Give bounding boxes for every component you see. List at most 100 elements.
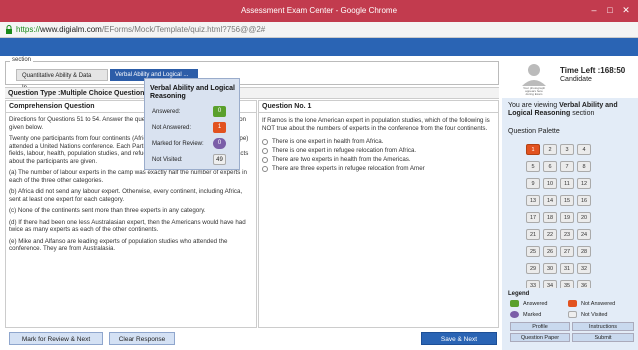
answered-count-badge: 0 xyxy=(213,106,226,117)
radio-button[interactable] xyxy=(262,138,268,145)
palette-question-button[interactable]: 31 xyxy=(560,263,574,274)
question-panel: Question No. 1 If Ramos is the lone Amer… xyxy=(258,100,499,328)
svg-text:during Exam: during Exam xyxy=(526,92,543,96)
maximize-icon[interactable]: □ xyxy=(604,4,616,16)
palette-question-button[interactable]: 3 xyxy=(560,144,574,155)
palette-question-button[interactable]: 1 xyxy=(526,144,540,155)
palette-question-button[interactable]: 28 xyxy=(577,246,591,257)
save-next-button[interactable]: Save & Next xyxy=(421,332,497,345)
option-2[interactable]: There is one expert in refugee relocatio… xyxy=(262,147,495,154)
palette-question-button[interactable]: 6 xyxy=(543,161,557,172)
passage-paragraph: (b) Africa did not send any labour exper… xyxy=(9,188,243,203)
question-type-bar: Question Type :Multiple Choice Question xyxy=(5,87,499,99)
viewing-text: You are viewing Verbal Ability and Logic… xyxy=(508,102,636,118)
popup-not-visited-label: Not Visited: xyxy=(152,157,183,163)
palette-question-button[interactable]: 4 xyxy=(577,144,591,155)
palette-question-button[interactable]: 21 xyxy=(526,229,540,240)
question-paper-button[interactable]: Question Paper xyxy=(510,333,570,342)
popup-marked-label: Marked for Review: xyxy=(152,141,204,147)
legend-title: Legend xyxy=(508,291,530,297)
passage-paragraph: (c) None of the continents sent more tha… xyxy=(9,207,206,214)
palette-question-button[interactable]: 12 xyxy=(577,178,591,189)
tab-quantitative[interactable]: Quantitative Ability & Data In... xyxy=(16,69,108,91)
palette-question-button[interactable]: 2 xyxy=(543,144,557,155)
mark-review-next-button[interactable]: Mark for Review & Next xyxy=(9,332,103,345)
palette-question-button[interactable]: 32 xyxy=(577,263,591,274)
url-scheme: https:// xyxy=(16,25,41,34)
question-text: If Ramos is the lone American expert in … xyxy=(262,117,490,132)
palette-question-button[interactable]: 11 xyxy=(560,178,574,189)
palette-question-button[interactable]: 26 xyxy=(543,246,557,257)
option-4[interactable]: There are three experts in refugee reloc… xyxy=(262,165,495,172)
legend-not-answered-label: Not Answered xyxy=(581,301,616,307)
palette-question-button[interactable]: 29 xyxy=(526,263,540,274)
legend-panel: Legend Answered Not Answered Marked Not … xyxy=(502,288,638,342)
palette-question-button[interactable]: 22 xyxy=(543,229,557,240)
palette-question-button[interactable]: 24 xyxy=(577,229,591,240)
not-answered-count-badge: 1 xyxy=(213,122,226,133)
palette-question-button[interactable]: 25 xyxy=(526,246,540,257)
palette-question-button[interactable]: 9 xyxy=(526,178,540,189)
option-3[interactable]: There are two experts in health from the… xyxy=(262,156,495,163)
clear-response-button[interactable]: Clear Response xyxy=(109,332,175,345)
palette-question-button[interactable]: 8 xyxy=(577,161,591,172)
option-label: There is one expert in health from Afric… xyxy=(272,138,384,145)
passage-paragraph: (a) The number of labour experts in the … xyxy=(9,169,247,184)
time-left: Time Left :168:50 xyxy=(560,66,626,75)
section-group: section Quantitative Ability & Data In..… xyxy=(5,57,499,91)
palette-question-button[interactable]: 14 xyxy=(543,195,557,206)
option-label: There are three experts in refugee reloc… xyxy=(272,165,425,172)
option-label: There is one expert in refugee relocatio… xyxy=(272,147,417,154)
candidate-photo: Your photograph appears here during Exam xyxy=(514,60,554,96)
palette-question-button[interactable]: 5 xyxy=(526,161,540,172)
section-legend: section xyxy=(10,57,34,63)
palette-question-button[interactable]: 17 xyxy=(526,212,540,223)
not-visited-swatch-icon xyxy=(568,311,577,318)
section-summary-popup: Verbal Ability and Logical Reasoning Ans… xyxy=(144,78,240,170)
popup-not-answered-label: Not Answered: xyxy=(152,125,192,131)
window-titlebar: Assessment Exam Center - Google Chrome –… xyxy=(0,0,638,22)
not-answered-swatch-icon xyxy=(568,300,577,307)
radio-button[interactable] xyxy=(262,165,268,172)
question-type: Question Type :Multiple Choice Question xyxy=(8,90,145,97)
marked-count-badge: 0 xyxy=(213,138,226,149)
url-path: /EForms/Mock/Template/quiz.html?756@@2# xyxy=(101,25,266,34)
palette-question-button[interactable]: 7 xyxy=(560,161,574,172)
palette-label: Question Palette xyxy=(508,128,560,135)
palette-question-button[interactable]: 16 xyxy=(577,195,591,206)
legend-marked: Marked xyxy=(510,311,541,318)
palette-question-button[interactable]: 27 xyxy=(560,246,574,257)
option-label: There are two experts in health from the… xyxy=(272,156,411,163)
legend-not-answered: Not Answered xyxy=(568,300,616,307)
radio-button[interactable] xyxy=(262,156,268,163)
option-1[interactable]: There is one expert in health from Afric… xyxy=(262,138,495,145)
passage-paragraph: (e) Mike and Alfanso are leading experts… xyxy=(9,237,228,253)
close-icon[interactable]: ✕ xyxy=(620,4,632,16)
palette-question-button[interactable]: 18 xyxy=(543,212,557,223)
legend-answered: Answered xyxy=(510,300,547,307)
answered-swatch-icon xyxy=(510,300,519,307)
address-bar[interactable]: https://www.digialm.com/EForms/Mock/Temp… xyxy=(0,22,638,38)
action-bar: Mark for Review & Next Clear Response Sa… xyxy=(5,330,499,346)
popup-title: Verbal Ability and Logical Reasoning xyxy=(150,85,235,100)
minimize-icon[interactable]: – xyxy=(588,4,600,16)
palette-question-button[interactable]: 23 xyxy=(560,229,574,240)
submit-button[interactable]: Submit xyxy=(572,333,634,342)
profile-button[interactable]: Profile xyxy=(510,322,570,331)
palette-question-button[interactable]: 20 xyxy=(577,212,591,223)
instructions-button[interactable]: Instructions xyxy=(572,322,634,331)
window-title: Assessment Exam Center - Google Chrome xyxy=(240,6,398,15)
viewing-suffix: section xyxy=(572,110,595,117)
header-bar xyxy=(0,38,638,56)
radio-button[interactable] xyxy=(262,147,268,154)
palette-question-button[interactable]: 30 xyxy=(543,263,557,274)
passage-paragraph: (d) If there had been one less Australas… xyxy=(9,218,246,234)
palette-question-button[interactable]: 19 xyxy=(560,212,574,223)
palette-question-button[interactable]: 10 xyxy=(543,178,557,189)
popup-answered-label: Answered: xyxy=(152,109,181,115)
legend-not-visited-label: Not Visited xyxy=(581,312,608,318)
marked-swatch-icon xyxy=(510,311,519,318)
candidate-name: Candidate xyxy=(560,76,592,83)
palette-question-button[interactable]: 13 xyxy=(526,195,540,206)
palette-question-button[interactable]: 15 xyxy=(560,195,574,206)
